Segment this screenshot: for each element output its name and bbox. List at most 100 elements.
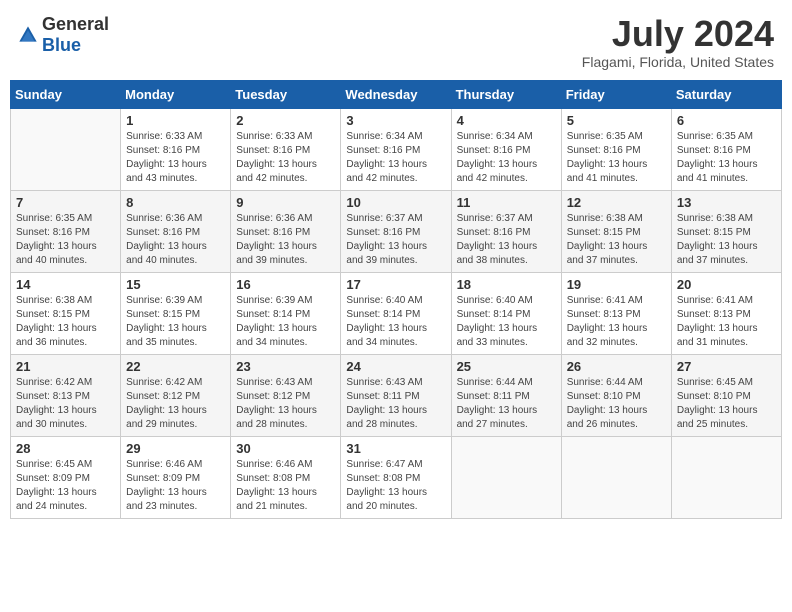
header-sunday: Sunday xyxy=(11,80,121,108)
table-cell: 8Sunrise: 6:36 AM Sunset: 8:16 PM Daylig… xyxy=(121,190,231,272)
day-number: 10 xyxy=(346,195,445,210)
day-info: Sunrise: 6:39 AM Sunset: 8:14 PM Dayligh… xyxy=(236,294,335,350)
table-cell: 19Sunrise: 6:41 AM Sunset: 8:13 PM Dayli… xyxy=(561,272,671,354)
table-cell: 29Sunrise: 6:46 AM Sunset: 8:09 PM Dayli… xyxy=(121,436,231,518)
day-info: Sunrise: 6:37 AM Sunset: 8:16 PM Dayligh… xyxy=(346,212,445,268)
logo-blue: Blue xyxy=(42,35,81,55)
day-info: Sunrise: 6:37 AM Sunset: 8:16 PM Dayligh… xyxy=(457,212,556,268)
day-number: 12 xyxy=(567,195,666,210)
day-number: 22 xyxy=(126,359,225,374)
day-number: 16 xyxy=(236,277,335,292)
table-cell xyxy=(671,436,781,518)
day-number: 4 xyxy=(457,113,556,128)
page-header: General Blue July 2024 Flagami, Florida,… xyxy=(10,10,782,74)
day-number: 1 xyxy=(126,113,225,128)
table-cell: 15 Sunrise: 6:39 AM Sunset: 8:15 PM Dayli… xyxy=(121,272,231,354)
table-cell: 4 Sunrise: 6:34 AM Sunset: 8:16 PM Daylig… xyxy=(451,108,561,190)
day-number: 27 xyxy=(677,359,776,374)
day-info: Sunrise: 6:40 AM Sunset: 8:14 PM Dayligh… xyxy=(457,294,556,350)
day-number: 5 xyxy=(567,113,666,128)
day-info: Sunrise: 6:36 AM Sunset: 8:16 PM Dayligh… xyxy=(236,212,335,268)
day-info: Sunrise: 6:35 AM Sunset: 8:16 PM Dayligh… xyxy=(16,212,115,268)
table-cell: 1 Sunrise: 6:33 AM Sunset: 8:16 PM Daylig… xyxy=(121,108,231,190)
day-info: Sunrise: 6:35 AM Sunset: 8:16 PM Dayligh… xyxy=(677,130,776,186)
table-cell: 22Sunrise: 6:42 AM Sunset: 8:12 PM Dayli… xyxy=(121,354,231,436)
table-cell: 9 Sunrise: 6:36 AM Sunset: 8:16 PM Daylig… xyxy=(231,190,341,272)
header-friday: Friday xyxy=(561,80,671,108)
logo-icon xyxy=(18,25,38,45)
day-info: Sunrise: 6:45 AM Sunset: 8:09 PM Dayligh… xyxy=(16,458,115,514)
day-info: Sunrise: 6:35 AM Sunset: 8:16 PM Dayligh… xyxy=(567,130,666,186)
day-number: 15 xyxy=(126,277,225,292)
day-info: Sunrise: 6:34 AM Sunset: 8:16 PM Dayligh… xyxy=(346,130,445,186)
table-cell: 6 Sunrise: 6:35 AM Sunset: 8:16 PM Daylig… xyxy=(671,108,781,190)
day-number: 29 xyxy=(126,441,225,456)
day-number: 14 xyxy=(16,277,115,292)
calendar-table: Sunday Monday Tuesday Wednesday Thursday… xyxy=(10,80,782,519)
table-cell: 7 Sunrise: 6:35 AM Sunset: 8:16 PM Daylig… xyxy=(11,190,121,272)
table-cell: 24Sunrise: 6:43 AM Sunset: 8:11 PM Dayli… xyxy=(341,354,451,436)
table-cell: 25 Sunrise: 6:44 AM Sunset: 8:11 PM Dayli… xyxy=(451,354,561,436)
table-cell: 23 Sunrise: 6:43 AM Sunset: 8:12 PM Dayli… xyxy=(231,354,341,436)
calendar-header-row: Sunday Monday Tuesday Wednesday Thursday… xyxy=(11,80,782,108)
day-info: Sunrise: 6:33 AM Sunset: 8:16 PM Dayligh… xyxy=(236,130,335,186)
day-info: Sunrise: 6:42 AM Sunset: 8:13 PM Dayligh… xyxy=(16,376,115,432)
day-number: 11 xyxy=(457,195,556,210)
logo: General Blue xyxy=(18,14,109,56)
day-info: Sunrise: 6:34 AM Sunset: 8:16 PM Dayligh… xyxy=(457,130,556,186)
day-number: 25 xyxy=(457,359,556,374)
day-info: Sunrise: 6:38 AM Sunset: 8:15 PM Dayligh… xyxy=(677,212,776,268)
table-cell: 30Sunrise: 6:46 AM Sunset: 8:08 PM Dayli… xyxy=(231,436,341,518)
table-cell: 3 Sunrise: 6:34 AM Sunset: 8:16 PM Daylig… xyxy=(341,108,451,190)
table-cell xyxy=(11,108,121,190)
day-number: 17 xyxy=(346,277,445,292)
day-info: Sunrise: 6:47 AM Sunset: 8:08 PM Dayligh… xyxy=(346,458,445,514)
day-number: 31 xyxy=(346,441,445,456)
table-cell: 13Sunrise: 6:38 AM Sunset: 8:15 PM Dayli… xyxy=(671,190,781,272)
header-wednesday: Wednesday xyxy=(341,80,451,108)
day-number: 8 xyxy=(126,195,225,210)
table-cell: 14 Sunrise: 6:38 AM Sunset: 8:15 PM Dayli… xyxy=(11,272,121,354)
day-info: Sunrise: 6:38 AM Sunset: 8:15 PM Dayligh… xyxy=(16,294,115,350)
day-info: Sunrise: 6:41 AM Sunset: 8:13 PM Dayligh… xyxy=(567,294,666,350)
table-cell: 18 Sunrise: 6:40 AM Sunset: 8:14 PM Dayli… xyxy=(451,272,561,354)
day-info: Sunrise: 6:38 AM Sunset: 8:15 PM Dayligh… xyxy=(567,212,666,268)
table-cell: 17 Sunrise: 6:40 AM Sunset: 8:14 PM Dayli… xyxy=(341,272,451,354)
day-info: Sunrise: 6:39 AM Sunset: 8:15 PM Dayligh… xyxy=(126,294,225,350)
day-number: 21 xyxy=(16,359,115,374)
day-number: 9 xyxy=(236,195,335,210)
day-info: Sunrise: 6:43 AM Sunset: 8:12 PM Dayligh… xyxy=(236,376,335,432)
day-number: 18 xyxy=(457,277,556,292)
table-cell xyxy=(451,436,561,518)
day-number: 23 xyxy=(236,359,335,374)
day-info: Sunrise: 6:46 AM Sunset: 8:08 PM Dayligh… xyxy=(236,458,335,514)
calendar-week-5: 28 Sunrise: 6:45 AM Sunset: 8:09 PM Dayli… xyxy=(11,436,782,518)
location-title: Flagami, Florida, United States xyxy=(582,54,774,70)
table-cell xyxy=(561,436,671,518)
day-number: 28 xyxy=(16,441,115,456)
day-info: Sunrise: 6:41 AM Sunset: 8:13 PM Dayligh… xyxy=(677,294,776,350)
table-cell: 26Sunrise: 6:44 AM Sunset: 8:10 PM Dayli… xyxy=(561,354,671,436)
day-info: Sunrise: 6:40 AM Sunset: 8:14 PM Dayligh… xyxy=(346,294,445,350)
table-cell: 11 Sunrise: 6:37 AM Sunset: 8:16 PM Dayli… xyxy=(451,190,561,272)
table-cell: 2 Sunrise: 6:33 AM Sunset: 8:16 PM Daylig… xyxy=(231,108,341,190)
day-number: 7 xyxy=(16,195,115,210)
day-number: 2 xyxy=(236,113,335,128)
calendar-week-4: 21 Sunrise: 6:42 AM Sunset: 8:13 PM Dayli… xyxy=(11,354,782,436)
day-number: 3 xyxy=(346,113,445,128)
day-info: Sunrise: 6:44 AM Sunset: 8:11 PM Dayligh… xyxy=(457,376,556,432)
title-block: July 2024 Flagami, Florida, United State… xyxy=(582,14,774,70)
table-cell: 21 Sunrise: 6:42 AM Sunset: 8:13 PM Dayli… xyxy=(11,354,121,436)
day-info: Sunrise: 6:33 AM Sunset: 8:16 PM Dayligh… xyxy=(126,130,225,186)
header-saturday: Saturday xyxy=(671,80,781,108)
table-cell: 27 Sunrise: 6:45 AM Sunset: 8:10 PM Dayli… xyxy=(671,354,781,436)
logo-general: General xyxy=(42,14,109,34)
table-cell: 5 Sunrise: 6:35 AM Sunset: 8:16 PM Daylig… xyxy=(561,108,671,190)
day-number: 6 xyxy=(677,113,776,128)
table-cell: 31 Sunrise: 6:47 AM Sunset: 8:08 PM Dayli… xyxy=(341,436,451,518)
header-tuesday: Tuesday xyxy=(231,80,341,108)
day-info: Sunrise: 6:45 AM Sunset: 8:10 PM Dayligh… xyxy=(677,376,776,432)
calendar-week-3: 14 Sunrise: 6:38 AM Sunset: 8:15 PM Dayli… xyxy=(11,272,782,354)
logo-text: General Blue xyxy=(42,14,109,56)
table-cell: 12 Sunrise: 6:38 AM Sunset: 8:15 PM Dayli… xyxy=(561,190,671,272)
